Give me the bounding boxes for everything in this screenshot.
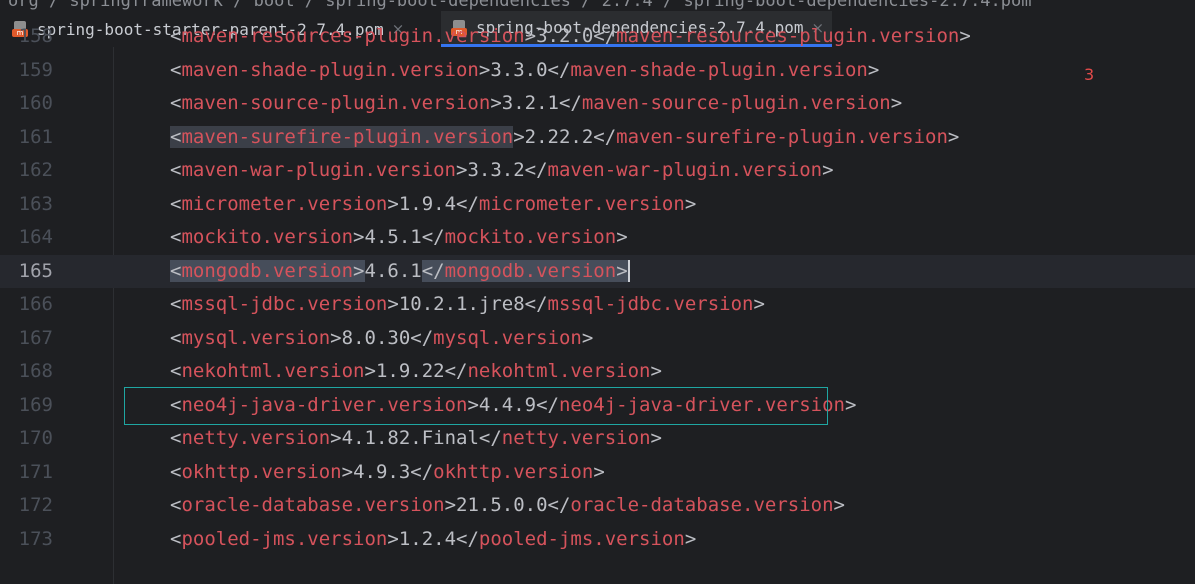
- xml-property-line: <micrometer.version>1.9.4</micrometer.ve…: [170, 192, 697, 215]
- tag-name: micrometer.version: [181, 192, 388, 215]
- property-value: 1.9.22: [375, 360, 445, 382]
- highlight-box: [124, 387, 828, 425]
- property-value: 4.1.82.Final: [341, 427, 479, 449]
- property-value: 4.9.3: [353, 460, 411, 483]
- annotation-number: 3: [1084, 65, 1095, 84]
- property-value: 8.0.30: [341, 326, 411, 349]
- property-value: 1.9.4: [398, 192, 457, 215]
- property-value: 10.2.1.jre8: [398, 293, 525, 315]
- code-editor[interactable]: 158 <maven-resources-plugin.version>3.2.0…: [0, 25, 1195, 584]
- closing-tag-name: maven-surefire-plugin.version: [616, 125, 948, 148]
- xml-property-line: <mysql.version>8.0.30</mysql.version>: [170, 326, 594, 349]
- closing-tag-name: mssql-jdbc.version: [547, 293, 754, 315]
- tag-name: mysql.version: [181, 326, 331, 349]
- closing-tag-name: maven-source-plugin.version: [581, 92, 891, 114]
- property-value: 4.5.1: [364, 226, 422, 248]
- line-number: 169: [18, 393, 53, 416]
- code-line[interactable]: 167 <mysql.version>8.0.30</mysql.version>: [0, 322, 1195, 356]
- breadcrumb[interactable]: org / springframework / boot / spring-bo…: [0, 0, 1195, 11]
- xml-property-line: <mssql-jdbc.version>10.2.1.jre8</mssql-j…: [170, 293, 765, 315]
- xml-property-line: <maven-source-plugin.version>3.2.1</mave…: [170, 92, 903, 114]
- line-number: 162: [18, 159, 53, 181]
- xml-property-line: <netty.version>4.1.82.Final</netty.versi…: [170, 427, 662, 449]
- line-number: 159: [18, 58, 53, 81]
- property-value: 3.2.0: [536, 25, 594, 47]
- xml-property-line: <maven-shade-plugin.version>3.3.0</maven…: [170, 58, 880, 81]
- code-line[interactable]: 162 <maven-war-plugin.version>3.3.2</mave…: [0, 154, 1195, 188]
- property-value: 3.2.1: [501, 92, 559, 114]
- line-number: 166: [18, 293, 53, 315]
- tag-name: maven-source-plugin.version: [181, 92, 491, 114]
- code-line[interactable]: 160 <maven-source-plugin.version>3.2.1</m…: [0, 87, 1195, 121]
- tag-name: maven-shade-plugin.version: [181, 58, 479, 81]
- closing-tag-name: mongodb.version: [444, 259, 617, 282]
- code-line[interactable]: 168 <nekohtml.version>1.9.22</nekohtml.ve…: [0, 355, 1195, 389]
- closing-tag-name: nekohtml.version: [467, 360, 651, 382]
- xml-property-line: <okhttp.version>4.9.3</okhttp.version>: [170, 460, 605, 483]
- code-line[interactable]: 173 <pooled-jms.version>1.2.4</pooled-jms…: [0, 523, 1195, 557]
- closing-tag-name: maven-shade-plugin.version: [570, 58, 868, 81]
- property-value: 21.5.0.0: [456, 494, 548, 516]
- code-line[interactable]: 163 <micrometer.version>1.9.4</micrometer…: [0, 188, 1195, 222]
- line-number: 164: [18, 226, 53, 248]
- tag-name: pooled-jms.version: [181, 527, 388, 550]
- closing-tag-name: pooled-jms.version: [478, 527, 685, 550]
- code-line[interactable]: 171 <okhttp.version>4.9.3</okhttp.version…: [0, 456, 1195, 490]
- xml-property-line: <oracle-database.version>21.5.0.0</oracl…: [170, 494, 845, 516]
- tag-name: mongodb.version: [181, 259, 354, 282]
- closing-tag-name: mockito.version: [444, 226, 617, 248]
- code-line[interactable]: 159 <maven-shade-plugin.version>3.3.0</ma…: [0, 54, 1195, 88]
- closing-tag-name: mysql.version: [433, 326, 582, 349]
- xml-property-line: <nekohtml.version>1.9.22</nekohtml.versi…: [170, 360, 662, 382]
- line-number: 173: [18, 527, 53, 550]
- tag-name: oracle-database.version: [181, 494, 445, 516]
- tag-name: maven-surefire-plugin.version: [181, 125, 514, 148]
- line-number: 163: [18, 192, 53, 215]
- closing-tag-name: micrometer.version: [478, 192, 685, 215]
- line-number: 167: [18, 326, 53, 349]
- closing-tag-name: maven-resources-plugin.version: [616, 25, 960, 47]
- line-number: 158: [18, 25, 53, 47]
- line-number: 160: [18, 92, 53, 114]
- property-value: 1.2.4: [398, 527, 457, 550]
- xml-property-line: <maven-surefire-plugin.version>2.22.2</m…: [170, 125, 960, 148]
- line-number: 172: [18, 494, 53, 516]
- line-number: 165: [18, 259, 53, 282]
- tag-name: mockito.version: [181, 226, 354, 248]
- tag-name: okhttp.version: [181, 460, 342, 483]
- tag-name: netty.version: [181, 427, 331, 449]
- property-value: 3.3.0: [490, 58, 548, 81]
- closing-tag-name: oracle-database.version: [570, 494, 834, 516]
- line-number: 171: [18, 460, 53, 483]
- property-value: 4.6.1: [364, 259, 422, 282]
- property-value: 2.22.2: [524, 125, 594, 148]
- xml-property-line: <mockito.version>4.5.1</mockito.version>: [170, 226, 628, 248]
- closing-tag-name: netty.version: [501, 427, 651, 449]
- property-value: 3.3.2: [467, 159, 525, 181]
- closing-tag-name: maven-war-plugin.version: [547, 159, 823, 181]
- tag-name: nekohtml.version: [181, 360, 365, 382]
- tag-name: maven-war-plugin.version: [181, 159, 456, 181]
- closing-tag-name: okhttp.version: [433, 460, 594, 483]
- line-number: 161: [18, 125, 53, 148]
- tag-name: maven-resources-plugin.version: [181, 25, 525, 47]
- text-caret: [627, 260, 630, 282]
- code-line[interactable]: 165 <mongodb.version>4.6.1</mongodb.versi…: [0, 254, 1195, 288]
- code-line[interactable]: 166 <mssql-jdbc.version>10.2.1.jre8</mssq…: [0, 288, 1195, 322]
- code-line[interactable]: 172 <oracle-database.version>21.5.0.0</or…: [0, 489, 1195, 523]
- code-line[interactable]: 161 <maven-surefire-plugin.version>2.22.2…: [0, 121, 1195, 155]
- xml-property-line: <maven-resources-plugin.version>3.2.0</m…: [170, 25, 971, 47]
- tag-name: mssql-jdbc.version: [181, 293, 388, 315]
- code-line[interactable]: 170 <netty.version>4.1.82.Final</netty.ve…: [0, 422, 1195, 456]
- xml-property-line: <maven-war-plugin.version>3.3.2</maven-w…: [170, 159, 834, 181]
- code-line[interactable]: 158 <maven-resources-plugin.version>3.2.0…: [0, 20, 1195, 54]
- code-line[interactable]: 164 <mockito.version>4.5.1</mockito.versi…: [0, 221, 1195, 255]
- line-number: 168: [18, 360, 53, 382]
- xml-property-line: <pooled-jms.version>1.2.4</pooled-jms.ve…: [170, 527, 697, 550]
- line-number: 170: [18, 427, 53, 449]
- xml-property-line: <mongodb.version>4.6.1</mongodb.version>: [170, 259, 630, 282]
